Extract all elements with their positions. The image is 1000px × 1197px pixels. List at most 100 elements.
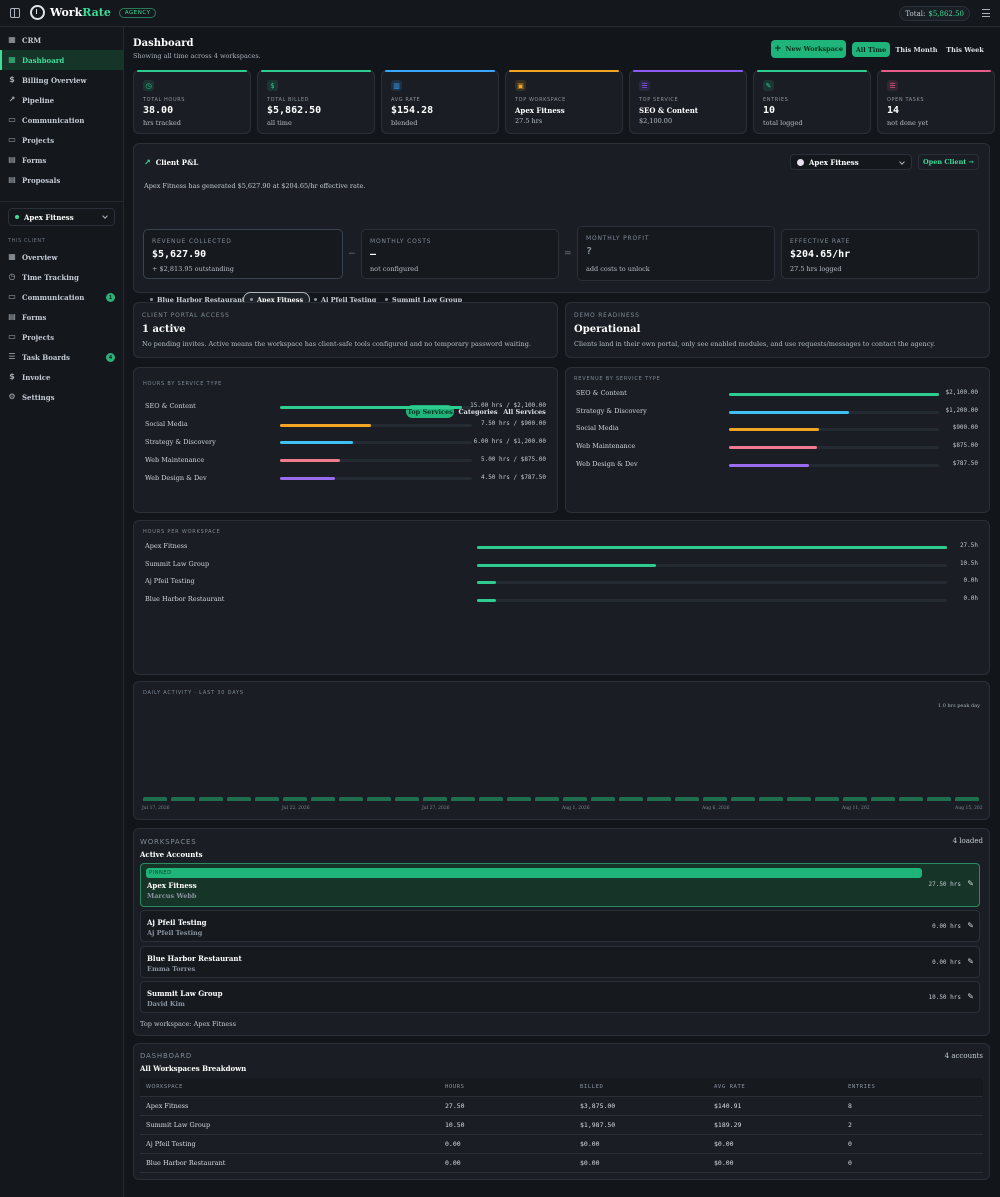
filter-icon[interactable] (982, 9, 990, 17)
client-select[interactable]: Apex Fitness (8, 208, 115, 226)
sidebar-toggle-icon[interactable] (10, 8, 20, 18)
settings-icon: ⚙ (8, 392, 16, 401)
total-pill: Total: $5,862.50 (899, 6, 970, 21)
breakdown-card: DASHBOARD All Workspaces Breakdown 4 acc… (133, 1043, 990, 1180)
client-nav-overview[interactable]: ▦ Overview (0, 247, 123, 267)
bar-label: Strategy & Discovery (145, 438, 216, 446)
sidebar-item-projects[interactable]: ▭ Projects (0, 130, 123, 150)
total-label: Total: (905, 9, 926, 18)
client-nav-settings[interactable]: ⚙ Settings (0, 387, 123, 407)
effective-rate-box: EFFECTIVE RATE $204.65/hr 27.5 hrs logge… (781, 229, 979, 279)
profit-value: ? (586, 246, 593, 257)
activity-bar (759, 797, 783, 801)
page-subtitle: Showing all time across 4 workspaces. (133, 52, 261, 60)
client-select-value: Apex Fitness (24, 212, 74, 222)
bar-label: Aj Pfeil Testing (145, 577, 195, 586)
plus-icon: + (773, 44, 782, 54)
workspace-row[interactable]: Summit Law Group David Kim 10.50 hrs ✎ (140, 981, 980, 1013)
total-value: $5,862.50 (928, 9, 964, 18)
client-nav-projects[interactable]: ▭ Projects (0, 327, 123, 347)
client-nav-time-tracking[interactable]: ◷ Time Tracking (0, 267, 123, 287)
activity-bar (619, 797, 643, 801)
range-all-time[interactable]: All Time (852, 42, 890, 57)
stat-accent-line (137, 70, 247, 72)
table-cell: Summit Law Group (146, 1121, 211, 1129)
stat-card-total-billed: $ TOTAL BILLED $5,862.50 all time (257, 70, 375, 134)
client-nav-task-boards[interactable]: ☰ Task Boards 4 (0, 347, 123, 367)
workspace-hours: 0.00 hrs (932, 958, 961, 966)
sidebar-item-pipeline[interactable]: ↗ Pipeline (0, 90, 123, 110)
client-nav-forms[interactable]: ▤ Forms (0, 307, 123, 327)
page-title: Dashboard (133, 38, 194, 49)
sidebar-item-billing-overview[interactable]: $ Billing Overview (0, 70, 123, 90)
activity-date-label: Jul 22, 2026 (282, 806, 310, 811)
revenue-sub: + $2,813.95 outstanding (152, 265, 234, 273)
stat-accent-line (509, 70, 619, 72)
pnl-client-select[interactable]: Apex Fitness (790, 154, 912, 170)
activity-bar (927, 797, 951, 801)
bar-track (477, 599, 947, 603)
client-nav-label: Settings (22, 392, 55, 402)
clock-icon: ◷ (143, 80, 154, 91)
activity-bar (227, 797, 251, 801)
edit-icon[interactable]: ✎ (967, 992, 974, 1001)
table-header-cell: WORKSPACE (146, 1084, 183, 1090)
stat-label: OPEN TASKS (887, 97, 925, 103)
overview-icon: ▦ (8, 252, 16, 261)
edit-icon[interactable]: ✎ (967, 957, 974, 966)
sidebar-item-communication[interactable]: ▭ Communication (0, 110, 123, 130)
bar-value: 6.00 hrs / $1,200.00 (473, 438, 546, 445)
sidebar-item-dashboard[interactable]: ▦ Dashboard (0, 50, 123, 70)
range-this-week[interactable]: This Week (944, 42, 986, 57)
chevron-down-icon (102, 213, 108, 219)
activity-date-label: Aug 15, 202 (955, 806, 983, 811)
activity-bar (675, 797, 699, 801)
chip-dot (150, 298, 153, 301)
form-icon: ▤ (8, 312, 16, 321)
client-nav-invoice[interactable]: $ Invoice (0, 367, 123, 387)
bar-label: Web Design & Dev (576, 459, 638, 468)
table-row: Summit Law Group 10.50 $1,987.50 $189.29 2 (140, 1116, 983, 1135)
activity-bar (395, 797, 419, 801)
bar-fill (280, 459, 341, 463)
sidebar: ▦ CRM ▦ Dashboard $ Billing Overview ↗ Pipeline… (0, 27, 124, 1197)
workspace-name: Blue Harbor Restaurant (147, 953, 242, 963)
stat-accent-line (881, 70, 991, 72)
count-badge: 4 (106, 353, 115, 362)
stat-sub: not done yet (887, 119, 929, 127)
trend-icon: ↗ (144, 158, 151, 167)
hours-by-service-kicker: HOURS BY SERVICE TYPE (143, 381, 223, 387)
workspace-row[interactable]: Blue Harbor Restaurant Emma Torres 0.00 hr… (140, 945, 980, 978)
costs-label: MONTHLY COSTS (370, 238, 432, 245)
activity-bar (703, 797, 727, 801)
edit-icon[interactable]: ✎ (967, 879, 974, 888)
client-nav-communication[interactable]: ▭ Communication 1 (0, 287, 123, 307)
edit-icon[interactable]: ✎ (967, 921, 974, 930)
bar-fill (477, 599, 496, 603)
chart-icon: ▥ (391, 80, 402, 91)
minus-sign: − (348, 249, 356, 259)
bar-label: SEO & Content (576, 389, 627, 397)
range-this-month[interactable]: This Month (894, 42, 939, 57)
stat-value: SEO & Content (639, 106, 699, 115)
workspace-row[interactable]: PINNED Apex Fitness Marcus Webb 27.50 hrs ✎ (140, 863, 980, 907)
bar-label: Summit Law Group (145, 559, 210, 568)
sidebar-item-proposals[interactable]: ▤ Proposals (0, 170, 123, 190)
activity-date-label: Aug 1, 2026 (562, 806, 590, 811)
workspace-row[interactable]: Aj Pfeil Testing Aj Pfeil Testing 0.00 hrs… (140, 910, 980, 942)
workspaces-title: Active Accounts (140, 850, 203, 859)
table-cell: 2 (848, 1121, 852, 1129)
bar-fill (729, 428, 820, 432)
table-header-cell: BILLED (580, 1084, 604, 1090)
sidebar-item-forms[interactable]: ▤ Forms (0, 150, 123, 170)
workspace-hours: 0.00 hrs (932, 923, 961, 930)
sidebar-item-crm[interactable]: ▦ CRM (0, 30, 123, 50)
dollar-icon: $ (267, 80, 278, 91)
logo[interactable]: WorkRate AGENCY (30, 5, 157, 20)
new-workspace-button[interactable]: + New Workspace (771, 40, 846, 58)
open-client-button[interactable]: Open Client → (918, 154, 979, 170)
workspace-name: Aj Pfeil Testing (147, 918, 207, 927)
workspaces-kicker: WORKSPACES (140, 838, 197, 846)
costs-sub: not configured (370, 265, 419, 273)
table-cell: 0.00 (445, 1140, 461, 1148)
